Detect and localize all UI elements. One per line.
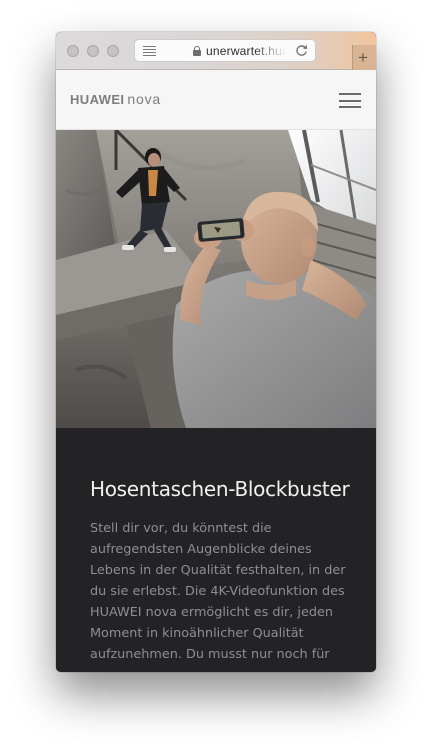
minimize-window-button[interactable] (87, 45, 99, 57)
reload-icon[interactable] (295, 44, 308, 57)
browser-toolbar: unerwartet.huawei.com + (56, 32, 376, 70)
site-header: HUAWEI nova (56, 70, 376, 130)
hero-image (56, 130, 376, 428)
hero-photo (56, 130, 376, 428)
section-headline: Hosentaschen-Blockbuster (90, 477, 350, 501)
logo-brand: HUAWEI (70, 92, 125, 107)
lock-icon (193, 46, 201, 56)
browser-window: unerwartet.huawei.com + HUAWEInova (56, 32, 376, 672)
plus-icon: + (358, 48, 368, 67)
content-section: Hosentaschen-Blockbuster Stell dir vor, … (56, 428, 376, 672)
new-tab-button[interactable]: + (352, 45, 376, 70)
close-window-button[interactable] (67, 45, 79, 57)
screenshot-stage: unerwartet.huawei.com + HUAWEInova (0, 0, 432, 752)
logo-model: nova (127, 91, 161, 107)
url-text[interactable]: unerwartet.huawei.com (206, 44, 286, 58)
huawei-nova-logo[interactable]: HUAWEI nova (70, 91, 161, 109)
reader-view-icon[interactable] (143, 46, 156, 56)
section-body-text: Stell dir vor, du könntest die aufregend… (90, 521, 346, 662)
address-bar[interactable]: unerwartet.huawei.com (134, 39, 316, 62)
zoom-window-button[interactable] (107, 45, 119, 57)
hamburger-menu-icon[interactable] (339, 93, 361, 108)
